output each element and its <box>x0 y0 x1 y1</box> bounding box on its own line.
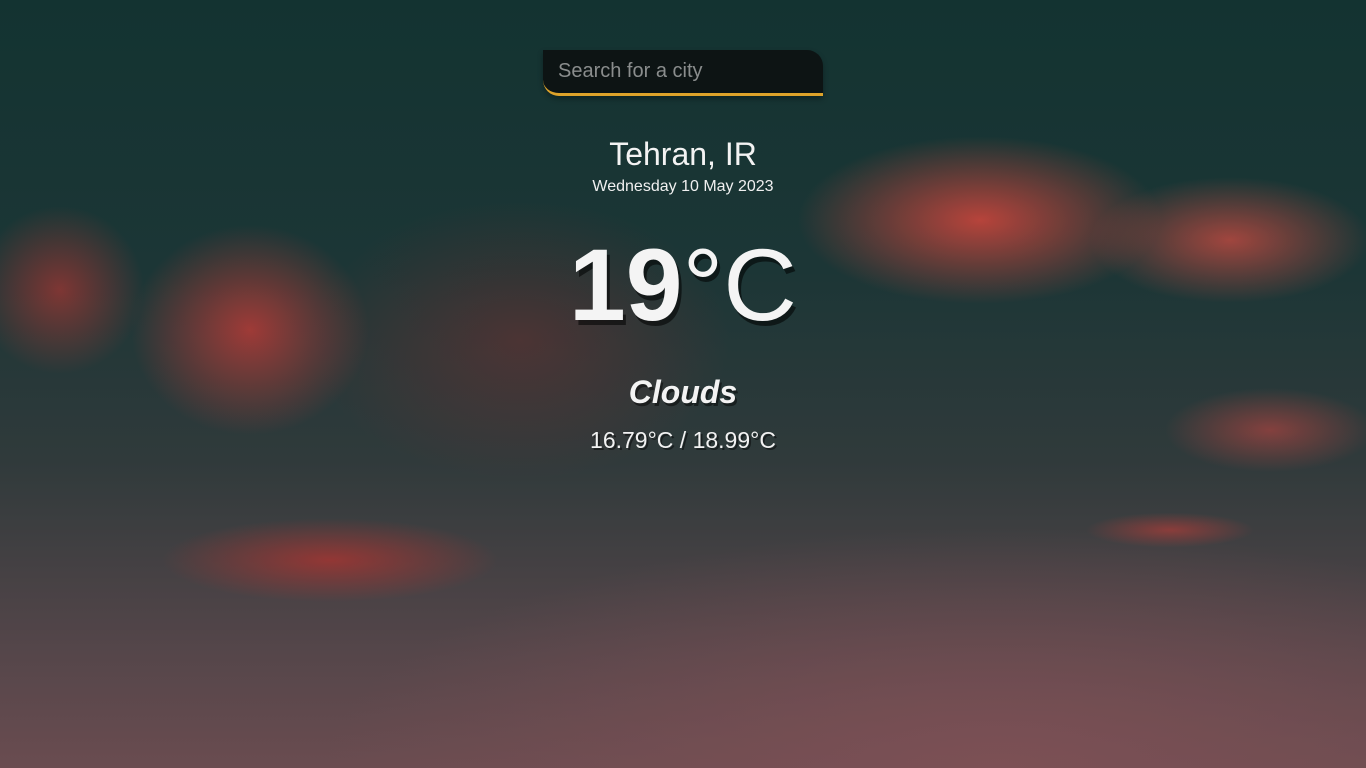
search-box[interactable] <box>543 50 823 96</box>
current-date: Wednesday 10 May 2023 <box>592 178 774 195</box>
temperature-value: 19 <box>569 228 683 342</box>
weather-app: Tehran, IR Wednesday 10 May 2023 19°C Cl… <box>0 0 1366 768</box>
temperature-range: 16.79°C / 18.99°C <box>590 427 776 453</box>
current-temperature: 19°C <box>0 226 1366 344</box>
weather-condition: Clouds <box>628 374 738 410</box>
search-input[interactable] <box>543 50 823 93</box>
temperature-unit: °C <box>682 228 797 342</box>
location-title: Tehran, IR <box>609 136 757 172</box>
